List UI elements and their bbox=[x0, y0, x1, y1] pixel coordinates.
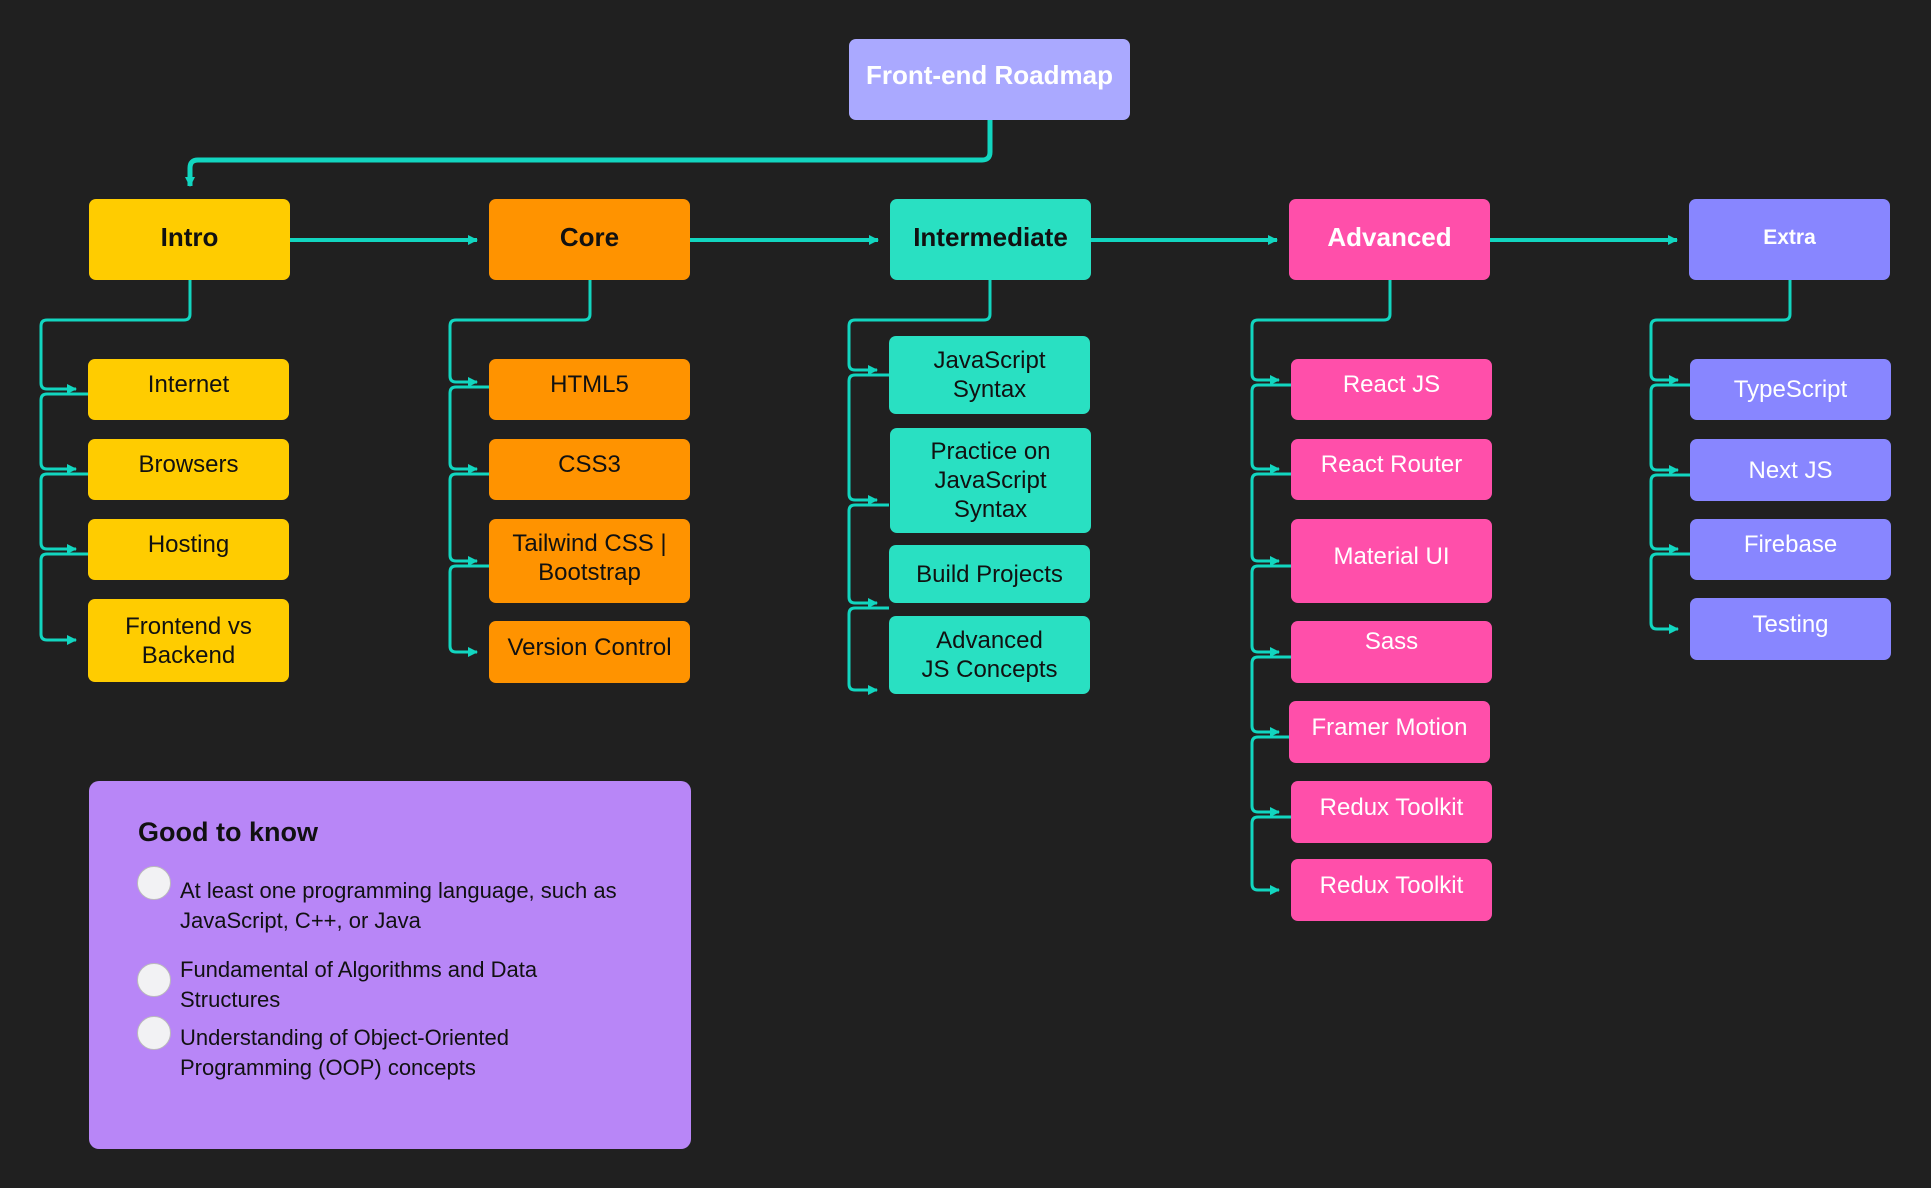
topic-internet[interactable]: Internet bbox=[88, 359, 289, 420]
connector-branch-1-2 bbox=[448, 472, 489, 566]
checkbox-circle[interactable] bbox=[137, 963, 171, 997]
topic-label: Next JS bbox=[1748, 456, 1833, 484]
topic-label: Framer Motion bbox=[1311, 713, 1468, 741]
topic-practice-javascript-syntax[interactable]: Practice on JavaScript Syntax bbox=[890, 428, 1091, 533]
topic-label: JavaScript Syntax bbox=[933, 347, 1046, 403]
topic-label: Practice on JavaScript Syntax bbox=[930, 438, 1051, 523]
topic-tailwind-bootstrap[interactable]: Tailwind CSS | Bootstrap bbox=[489, 519, 690, 603]
topic-testing[interactable]: Testing bbox=[1690, 598, 1891, 660]
topic-css3[interactable]: CSS3 bbox=[489, 439, 690, 500]
topic-label: Firebase bbox=[1743, 531, 1838, 558]
connector-branch-0-2 bbox=[39, 472, 88, 554]
good-to-know-item: At least one programming language, such … bbox=[137, 866, 617, 933]
topic-label: Material UI bbox=[1333, 542, 1450, 570]
topic-label: Build Projects bbox=[916, 560, 1063, 588]
stage-intermediate[interactable]: Intermediate bbox=[890, 199, 1091, 280]
stage-intermediate-label: Intermediate bbox=[913, 222, 1068, 252]
topic-redux-toolkit[interactable]: Redux Toolkit bbox=[1291, 781, 1492, 843]
topic-label: Sass bbox=[1364, 627, 1419, 655]
topic-html5[interactable]: HTML5 bbox=[489, 359, 690, 420]
stage-advanced-label: Advanced bbox=[1327, 222, 1452, 252]
topic-label: Redux Toolkit bbox=[1319, 871, 1464, 899]
topic-hosting[interactable]: Hosting bbox=[88, 519, 289, 580]
topic-browsers[interactable]: Browsers bbox=[88, 439, 289, 500]
topic-frontend-vs-backend[interactable]: Frontend vs Backend bbox=[88, 599, 289, 682]
topic-label: Frontend vs Backend bbox=[125, 612, 252, 669]
connector-branch-1-3 bbox=[448, 564, 489, 657]
connector-branch-4-3 bbox=[1649, 552, 1690, 634]
topic-label: Internet bbox=[147, 371, 230, 398]
connector-branch-3-2 bbox=[1250, 472, 1291, 566]
topic-firebase[interactable]: Firebase bbox=[1690, 519, 1891, 580]
topic-advanced-js-concepts[interactable]: Advanced JS Concepts bbox=[889, 616, 1090, 694]
good-to-know-item-text: At least one programming language, such … bbox=[180, 878, 617, 933]
topic-label: Version Control bbox=[507, 633, 672, 661]
connector-branch-3-1 bbox=[1250, 383, 1291, 474]
topic-label: Browsers bbox=[138, 451, 239, 478]
topic-label: Tailwind CSS | Bootstrap bbox=[512, 530, 667, 586]
stage-intro-label: Intro bbox=[160, 222, 219, 252]
connector-branch-3-4 bbox=[1250, 655, 1291, 737]
topic-javascript-syntax[interactable]: JavaScript Syntax bbox=[889, 336, 1090, 414]
topic-redux-toolkit-2[interactable]: Redux Toolkit bbox=[1291, 859, 1492, 921]
topic-label: Redux Toolkit bbox=[1319, 793, 1464, 821]
topic-label: Advanced JS Concepts bbox=[921, 627, 1058, 683]
topic-label: Hosting bbox=[147, 531, 230, 558]
topic-next-js[interactable]: Next JS bbox=[1690, 439, 1891, 501]
connector-branch-4-2 bbox=[1649, 473, 1690, 554]
good-to-know-item-text: Understanding of Object-Oriented Program… bbox=[180, 1025, 509, 1080]
good-to-know-item: Understanding of Object-Oriented Program… bbox=[137, 1016, 509, 1080]
topic-label: Testing bbox=[1752, 610, 1829, 638]
topic-label: CSS3 bbox=[558, 451, 621, 478]
connector-branch-0-3 bbox=[39, 552, 88, 645]
connector-branch-2-2 bbox=[847, 503, 889, 608]
topic-material-ui[interactable]: Material UI bbox=[1291, 519, 1492, 603]
roadmap-title: Front-end Roadmap bbox=[849, 39, 1130, 120]
good-to-know-panel: Good to know At least one programming la… bbox=[89, 781, 691, 1149]
stage-advanced[interactable]: Advanced bbox=[1289, 199, 1490, 280]
stage-intro[interactable]: Intro bbox=[89, 199, 290, 280]
topic-label: HTML5 bbox=[550, 371, 629, 398]
topic-typescript[interactable]: TypeScript bbox=[1690, 359, 1891, 420]
connector-branch-2-1 bbox=[847, 373, 889, 505]
topic-framer-motion[interactable]: Framer Motion bbox=[1289, 701, 1490, 763]
topic-sass[interactable]: Sass bbox=[1291, 621, 1492, 683]
good-to-know-item-text: Fundamental of Algorithms and Data Struc… bbox=[180, 957, 538, 1012]
topic-label: TypeScript bbox=[1733, 376, 1848, 403]
connector-branch-4-1 bbox=[1649, 383, 1690, 475]
checkbox-circle[interactable] bbox=[137, 1016, 171, 1050]
topic-react-js[interactable]: React JS bbox=[1291, 359, 1492, 420]
connector-branch-0-1 bbox=[39, 392, 88, 474]
stage-extra[interactable]: Extra bbox=[1689, 199, 1890, 280]
topic-build-projects[interactable]: Build Projects bbox=[889, 545, 1090, 603]
good-to-know-item: Fundamental of Algorithms and Data Struc… bbox=[137, 957, 537, 1012]
connector-title-to-intro bbox=[185, 120, 993, 187]
connector-branch-2-3 bbox=[847, 606, 889, 695]
topic-label: React JS bbox=[1342, 371, 1441, 398]
connector-branch-3-6 bbox=[1250, 815, 1291, 895]
connector-branch-1-1 bbox=[448, 385, 489, 474]
good-to-know-heading: Good to know bbox=[138, 817, 318, 847]
stage-core[interactable]: Core bbox=[489, 199, 690, 280]
topic-label: React Router bbox=[1320, 451, 1463, 478]
roadmap-title-text: Front-end Roadmap bbox=[866, 60, 1113, 90]
topic-react-router[interactable]: React Router bbox=[1291, 439, 1492, 500]
checkbox-circle[interactable] bbox=[137, 866, 171, 900]
topic-version-control[interactable]: Version Control bbox=[489, 621, 690, 683]
connector-branch-3-3 bbox=[1250, 564, 1291, 657]
connector-branch-3-5 bbox=[1250, 735, 1291, 817]
stage-extra-label: Extra bbox=[1763, 226, 1816, 249]
stage-core-label: Core bbox=[559, 222, 620, 252]
